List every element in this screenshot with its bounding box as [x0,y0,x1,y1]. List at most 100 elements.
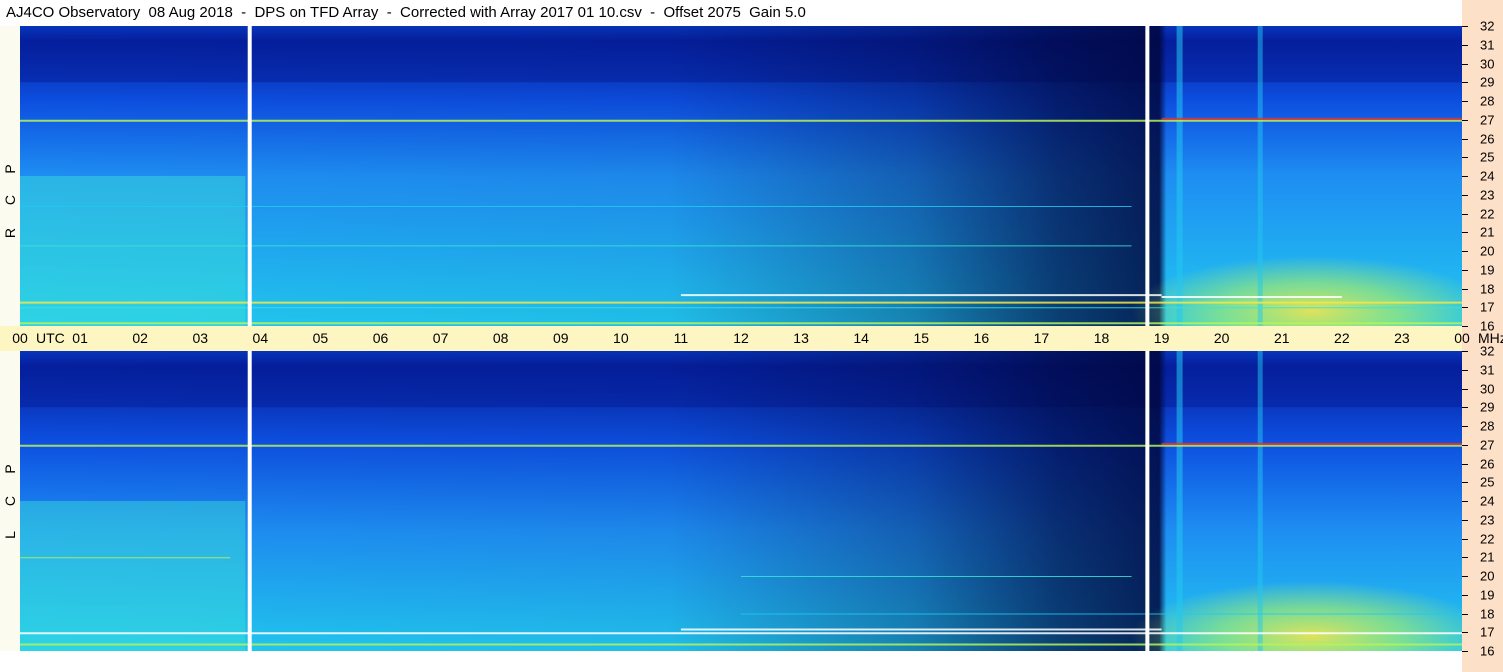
lcp-freq-tick [1462,426,1468,427]
rcp-freq-label: 29 [1480,74,1495,90]
lcp-freq-label: 25 [1480,474,1495,490]
lcp-freq-tick [1462,463,1468,465]
rcp-freq-tick [1462,157,1468,159]
rcp-letter-c: C [2,194,18,206]
time-axis-band [0,326,1462,351]
time-tick-label: 00 [1454,330,1470,346]
rcp-letter-p: P [2,164,18,174]
rcp-freq-label: 21 [1480,224,1495,240]
rcp-spectrogram [20,26,1462,326]
rcp-freq-tick [1462,26,1468,27]
lcp-interference-line-5 [741,613,1462,615]
lcp-vertical-streak-2 [1257,351,1263,651]
lcp-freq-label: 28 [1480,418,1495,434]
time-tick-label: 18 [1093,330,1110,346]
time-tick-label: 20 [1213,330,1230,346]
rcp-freq-label: 24 [1480,168,1495,184]
lcp-freq-label: 24 [1480,493,1495,509]
rcp-freq-label: 32 [1480,18,1495,34]
time-tick-label: 17 [1033,330,1050,346]
lcp-freq-label: 23 [1480,512,1495,528]
lcp-freq-tick [1462,482,1468,484]
time-tick-label: 05 [312,330,329,346]
lcp-freq-tick [1462,576,1468,577]
lcp-gap-line-2 [1145,351,1150,651]
rcp-vertical-streak-2 [1257,26,1263,326]
rcp-freq-label: 17 [1480,299,1495,315]
lcp-freq-tick [1462,651,1468,652]
lcp-letter-l: L [2,531,18,539]
rcp-freq-label: 31 [1480,37,1495,53]
time-tick-label: 07 [432,330,449,346]
rcp-freq-tick [1462,307,1468,309]
lcp-spectrogram [20,351,1462,651]
rcp-freq-label: 16 [1480,318,1495,334]
rcp-freq-tick [1462,176,1468,177]
rcp-freq-label: 18 [1480,281,1495,296]
rcp-gap-line-2 [1145,26,1150,326]
lcp-freq-tick [1462,519,1468,521]
lcp-freq-tick [1462,594,1468,596]
lcp-side-strip: P C L [0,351,20,651]
rcp-freq-tick [1462,138,1468,140]
lcp-spectrogram-svg [20,351,1462,651]
time-tick-label: 06 [372,330,389,346]
rcp-interference-line-6 [20,307,1462,309]
rcp-freq-tick [1462,269,1468,271]
rcp-interference-line-3 [680,294,1162,297]
time-tick-label: 00 [12,330,28,346]
lcp-interference-line-6 [20,643,1462,646]
lcp-freq-tick [1462,351,1468,352]
lcp-freq-tick [1462,388,1468,390]
rcp-interference-line-4 [1161,296,1342,298]
rcp-letter-r: R [2,227,18,239]
lcp-freq-tick [1462,369,1468,371]
rcp-side-strip: P C R [0,26,20,326]
rcp-freq-label: 22 [1480,206,1495,221]
time-tick-label: 08 [492,330,509,346]
lcp-freq-label: 21 [1480,549,1495,565]
time-tick-label: 19 [1153,330,1170,346]
rcp-freq-label: 26 [1480,131,1495,146]
time-tick-label: 22 [1334,330,1350,346]
lcp-freq-label: 31 [1480,362,1495,378]
rcp-freq-tick [1462,194,1468,196]
lcp-freq-tick [1462,557,1468,559]
lcp-freq-label: 26 [1480,456,1495,471]
rcp-interference-line-8 [20,245,1132,247]
lcp-freq-label: 27 [1480,437,1495,453]
rcp-freq-tick [1462,44,1468,46]
rcp-freq-tick [1462,251,1468,252]
rcp-spectrogram-svg [20,26,1462,326]
rcp-freq-tick [1462,101,1468,102]
lcp-freq-tick [1462,407,1468,409]
lcp-interference-line-7 [741,576,1132,577]
title: AJ4CO Observatory 08 Aug 2018 - DPS on T… [6,4,806,21]
time-tick-label: 23 [1394,330,1410,346]
time-tick-label: 16 [973,330,990,346]
time-tick-label: 10 [613,330,629,346]
rcp-interference-line-5 [20,301,1462,304]
time-tick-label: 14 [853,330,869,346]
rcp-gap-line-1 [247,26,252,326]
lcp-interference-line-4 [680,628,1162,631]
time-tick-label: 01 [72,330,88,346]
lcp-freq-label: 18 [1480,606,1495,621]
utc-label: UTC [36,330,65,346]
time-tick-label: 13 [793,330,809,346]
time-tick-label: 21 [1273,330,1290,346]
lcp-early-glow [20,501,246,651]
rcp-freq-tick [1462,232,1468,234]
rcp-freq-tick [1462,213,1468,215]
lcp-interference-line-1 [20,444,1462,447]
time-tick-label: 04 [252,330,269,346]
rcp-freq-tick [1462,119,1468,121]
lcp-freq-tick [1462,613,1468,615]
rcp-vertical-streak-1 [1176,26,1183,326]
rcp-interference-line-1 [20,119,1462,122]
lcp-freq-label: 32 [1480,343,1495,359]
lcp-interference-line-8 [20,557,231,559]
lcp-freq-label: 20 [1480,568,1495,584]
time-tick-label: 03 [192,330,209,346]
lcp-freq-label: 29 [1480,399,1495,415]
